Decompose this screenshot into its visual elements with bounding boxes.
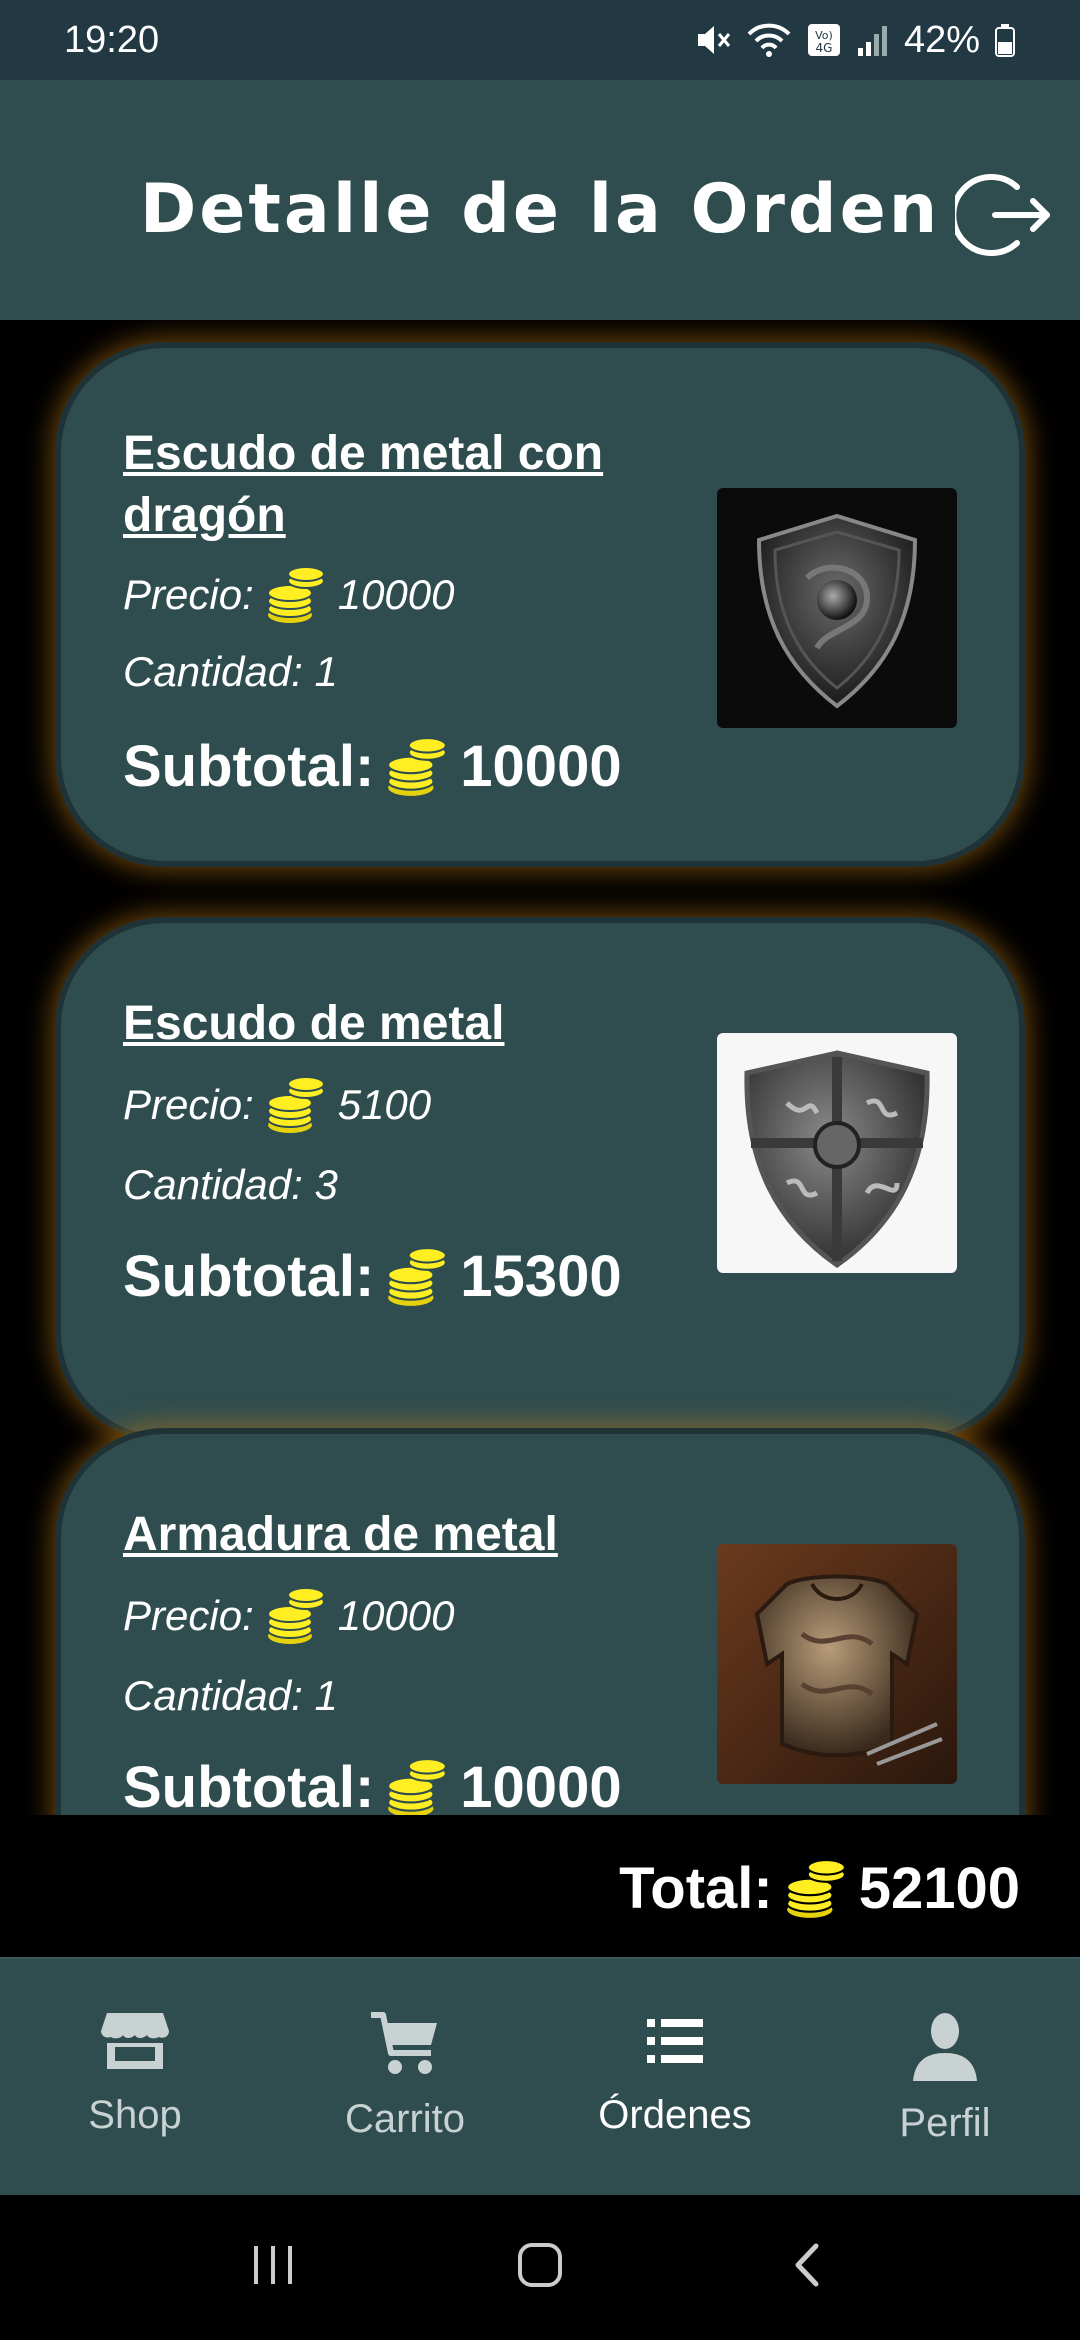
coin-icon: [785, 1858, 846, 1918]
svg-text:4G: 4G: [815, 41, 832, 55]
person-icon: [913, 2013, 977, 2081]
recents-icon: [254, 2246, 293, 2284]
order-item-card: Escudo de metal con dragón Precio: 10000…: [55, 342, 1025, 867]
nav-item-perfil[interactable]: Perfil: [810, 1959, 1080, 2195]
price-value: 5100: [337, 1081, 432, 1128]
subtotal-value: 15300: [460, 1244, 622, 1309]
total-bar: Total: 52100: [0, 1815, 1080, 1957]
volte-icon: Vo) 4G: [806, 20, 842, 60]
product-name[interactable]: Armadura de metal: [123, 1504, 683, 1566]
recents-button[interactable]: [248, 2240, 298, 2295]
signal-icon: [856, 20, 890, 60]
quantity-line: Cantidad: 3: [123, 1161, 338, 1208]
nav-item-ordenes[interactable]: Órdenes: [540, 1959, 810, 2195]
price-label: Precio:: [123, 571, 254, 618]
bottom-nav: Shop Carrito Órdenes Perfil: [0, 1957, 1080, 2195]
battery-text: 42%: [903, 18, 980, 61]
total-value: 52100: [858, 1856, 1020, 1921]
system-nav-bar: [0, 2195, 1080, 2340]
order-item-card: Armadura de metal Precio: 10000 Cantidad…: [55, 1428, 1025, 1815]
price-label: Precio:: [123, 1592, 254, 1639]
nav-item-shop[interactable]: Shop: [0, 1959, 270, 2195]
coin-icon: [387, 736, 448, 796]
back-icon: [795, 2243, 819, 2287]
logout-icon: [950, 174, 1050, 256]
nav-label: Shop: [88, 2093, 182, 2137]
cart-icon: [371, 2012, 437, 2074]
coin-icon: [266, 1587, 325, 1644]
coin-icon: [387, 1246, 448, 1306]
subtotal-value: 10000: [460, 734, 622, 799]
status-time: 19:20: [64, 18, 160, 61]
subtotal-label: Subtotal:: [123, 734, 375, 799]
quantity-line: Cantidad: 1: [123, 648, 338, 695]
nav-label: Carrito: [344, 2097, 466, 2141]
mute-icon: [692, 20, 732, 60]
subtotal-label: Subtotal:: [123, 1755, 375, 1815]
subtotal-value: 10000: [460, 1755, 622, 1815]
subtotal-line: Subtotal: 10000: [123, 733, 622, 800]
subtotal-label: Subtotal:: [123, 1244, 375, 1309]
price-value: 10000: [337, 571, 455, 618]
status-icons: Vo) 4G 42%: [692, 19, 1016, 62]
price-line: Precio: 10000: [123, 563, 455, 627]
price-value: 10000: [337, 1592, 455, 1639]
total-label: Total:: [619, 1856, 773, 1921]
battery-icon: [994, 20, 1016, 60]
app-header: Detalle de la Orden: [0, 80, 1080, 320]
list-icon: [647, 2019, 703, 2063]
product-name[interactable]: Escudo de metal: [123, 993, 683, 1055]
coin-icon: [266, 566, 325, 623]
dragon-shield-image: [717, 488, 957, 728]
status-bar: 19:20 Vo) 4G 42%: [0, 0, 1080, 80]
subtotal-line: Subtotal: 15300: [123, 1243, 622, 1310]
nav-label: Perfil: [899, 2101, 991, 2145]
price-line: Precio: 5100: [123, 1073, 431, 1137]
metal-armor-image: [717, 1544, 957, 1784]
nav-item-carrito[interactable]: Carrito: [270, 1959, 540, 2195]
page-title: Detalle de la Orden: [139, 170, 941, 249]
price-line: Precio: 10000: [123, 1584, 455, 1648]
quantity-line: Cantidad: 1: [123, 1672, 338, 1719]
price-label: Precio:: [123, 1081, 254, 1128]
home-icon: [517, 2243, 562, 2287]
coin-icon: [266, 1076, 325, 1133]
subtotal-line: Subtotal: 10000: [123, 1754, 622, 1815]
logout-button[interactable]: [950, 165, 1055, 265]
nav-label: Órdenes: [598, 2093, 752, 2137]
wifi-icon: [746, 20, 792, 60]
store-icon: [101, 2013, 169, 2069]
coin-icon: [387, 1757, 448, 1815]
back-button[interactable]: [782, 2240, 832, 2295]
order-items-list[interactable]: Escudo de metal con dragón Precio: 10000…: [0, 320, 1080, 1815]
order-item-card: Escudo de metal Precio: 5100 Cantidad: 3…: [55, 917, 1025, 1442]
total-line: Total: 52100: [619, 1855, 1020, 1922]
metal-shield-image: [717, 1033, 957, 1273]
product-name[interactable]: Escudo de metal con dragón: [123, 423, 683, 547]
home-button[interactable]: [515, 2240, 565, 2295]
